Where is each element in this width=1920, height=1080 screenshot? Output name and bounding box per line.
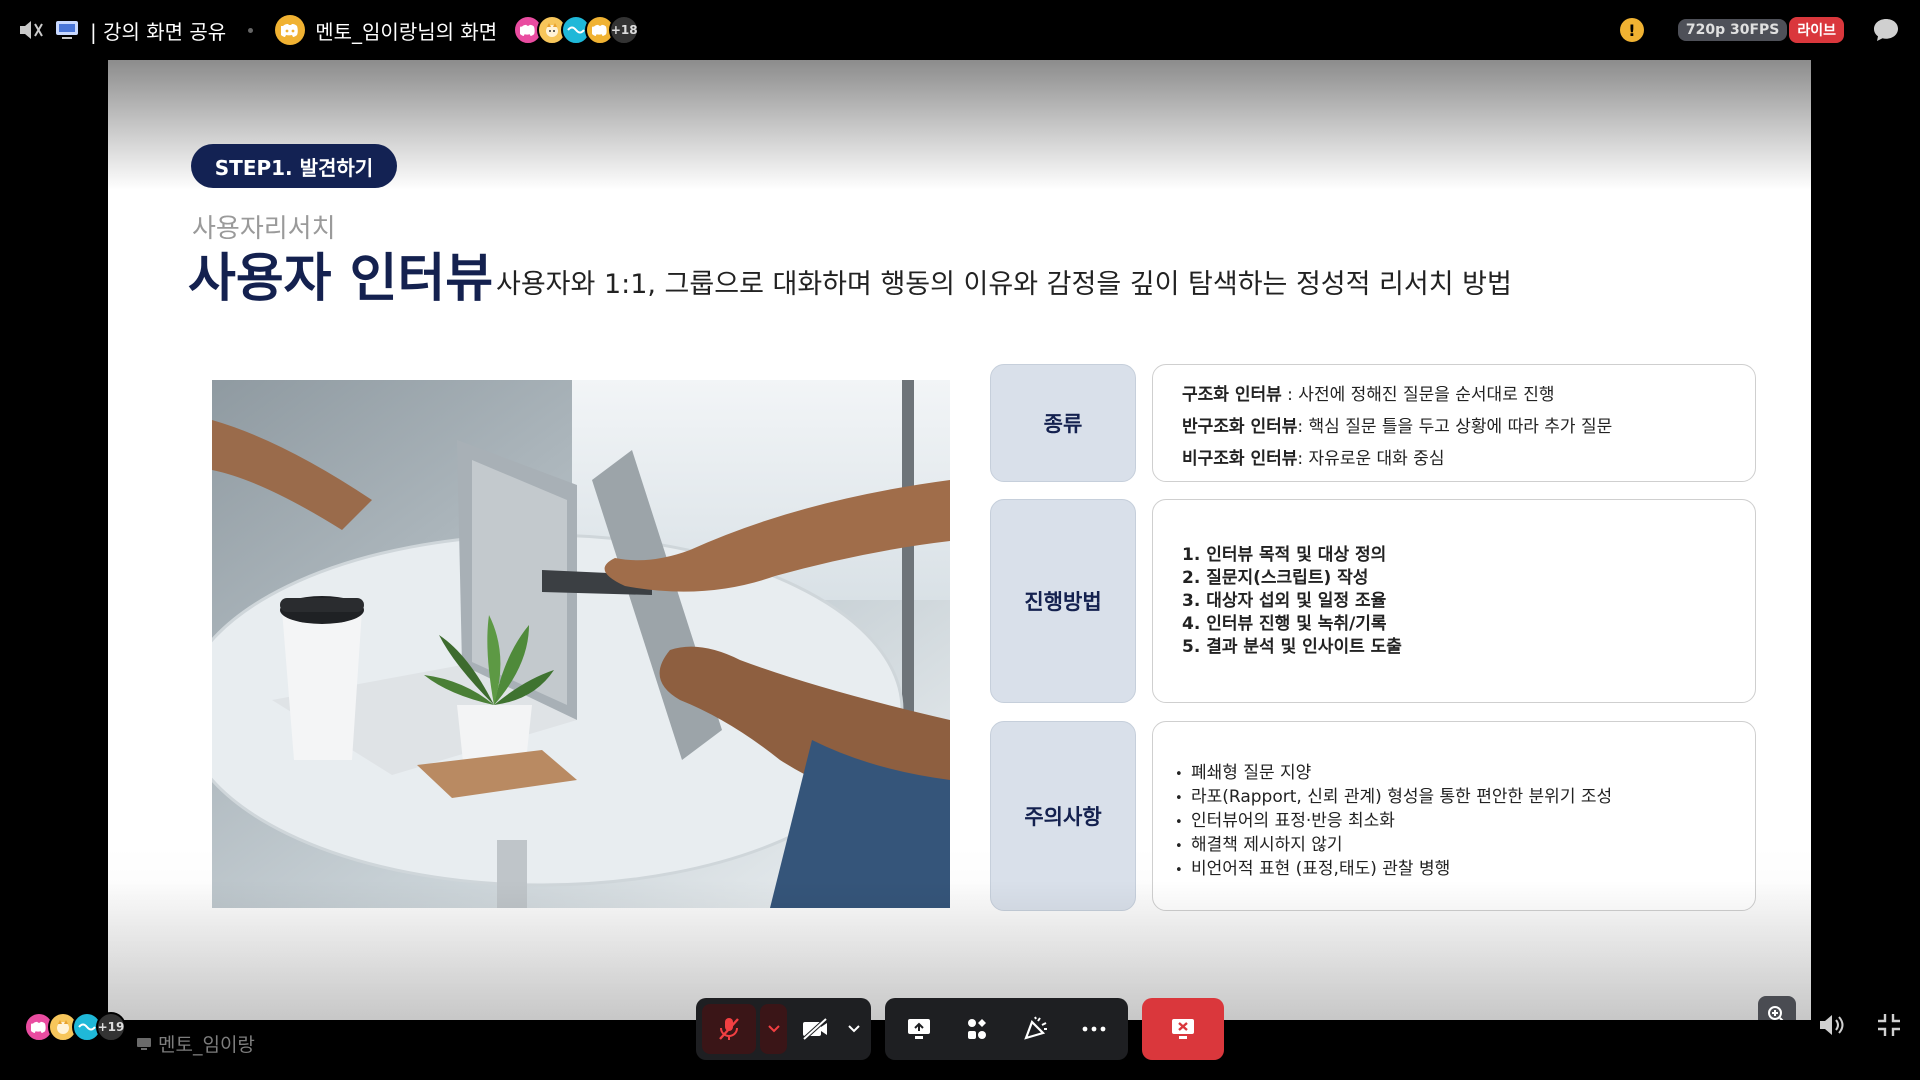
- cautions-list: 폐쇄형 질문 지양 라포(Rapport, 신뢰 관계) 형성을 통한 편안한 …: [1191, 762, 1612, 882]
- speaker-name: 멘토_임이랑: [158, 1034, 255, 1056]
- list-item: 2. 질문지(스크립트) 작성: [1182, 568, 1369, 588]
- zoom-button[interactable]: [1758, 996, 1796, 1020]
- stream-title: 멘토_임이랑님의 화면: [315, 19, 498, 44]
- leave-call-icon: [1170, 1017, 1196, 1041]
- list-item: 비구조화 인터뷰: 자유로운 대화 중심: [1182, 449, 1445, 469]
- mute-button[interactable]: [702, 1004, 757, 1054]
- label-process: 진행방법: [990, 499, 1136, 703]
- share-screen-icon: [906, 1017, 932, 1041]
- discord-icon: [275, 15, 306, 45]
- separator-dot: [248, 27, 254, 33]
- chat-icon[interactable]: [1872, 17, 1900, 43]
- more-icon: [1082, 1026, 1106, 1032]
- list-item: 라포(Rapport, 신뢰 관계) 형성을 통한 편안한 분위기 조성: [1191, 786, 1612, 810]
- screen-icon: [136, 1037, 152, 1051]
- quality-badge: 720p 30FPS: [1677, 19, 1788, 41]
- mic-options-button[interactable]: [760, 1004, 788, 1054]
- speaker-label: 멘토_임이랑: [136, 1030, 255, 1057]
- leave-call-button[interactable]: [1142, 998, 1224, 1060]
- call-header: | 강의 화면 공유 멘토_임이랑님의 화면 +18: [18, 14, 640, 46]
- content-types: 구조화 인터뷰 : 사전에 정해진 질문을 순서대로 진행 반구조화 인터뷰: …: [1152, 364, 1756, 482]
- list-item: 폐쇄형 질문 지양: [1191, 762, 1612, 786]
- screen-share-view[interactable]: STEP1. 발견하기 사용자리서치 사용자 인터뷰 사용자와 1:1, 그룹으…: [108, 60, 1811, 1020]
- slide-title: 사용자 인터뷰: [188, 249, 494, 309]
- camera-options-button[interactable]: [843, 1004, 865, 1054]
- camera-button[interactable]: [791, 1004, 839, 1054]
- stream-status: ! 720p 30FPS 라이브: [1619, 14, 1900, 46]
- process-list: 1. 인터뷰 목적 및 대상 정의 2. 질문지(스크립트) 작성 3. 대상자…: [1182, 544, 1402, 659]
- view-controls: [1818, 1012, 1902, 1038]
- list-item: 4. 인터뷰 진행 및 녹취/기록: [1182, 614, 1387, 634]
- exit-fullscreen-icon[interactable]: [1876, 1012, 1902, 1038]
- chevron-down-icon: [768, 1025, 780, 1033]
- list-item: 5. 결과 분석 및 인사이트 도출: [1182, 637, 1402, 657]
- chevron-down-icon: [848, 1025, 860, 1033]
- volume-muted-icon[interactable]: [18, 18, 44, 42]
- participant-avatars[interactable]: +19: [18, 1012, 126, 1042]
- slide-description: 사용자와 1:1, 그룹으로 대화하며 행동의 이유와 감정을 깊이 탐색하는 …: [496, 269, 1512, 300]
- participant-count-badge[interactable]: +19: [96, 1012, 126, 1042]
- activity-controls: [885, 998, 1128, 1060]
- warning-icon[interactable]: !: [1619, 18, 1644, 42]
- channel-title: | 강의 화면 공유: [90, 19, 227, 44]
- activities-icon: [965, 1017, 989, 1041]
- share-screen-button[interactable]: [891, 1004, 947, 1054]
- list-item: 해결책 제시하지 않기: [1191, 834, 1612, 858]
- list-item: 인터뷰어의 표정·반응 최소화: [1191, 810, 1612, 834]
- list-item: 1. 인터뷰 목적 및 대상 정의: [1182, 545, 1387, 565]
- list-item: 3. 대상자 섭외 및 일정 조율: [1182, 591, 1387, 611]
- viewer-count-badge[interactable]: +18: [609, 15, 640, 45]
- content-process: 1. 인터뷰 목적 및 대상 정의 2. 질문지(스크립트) 작성 3. 대상자…: [1152, 499, 1756, 703]
- list-item: 비언어적 표현 (표정,태도) 관찰 병행: [1191, 858, 1612, 882]
- camera-off-icon: [801, 1018, 829, 1040]
- top-bar: | 강의 화면 공유 멘토_임이랑님의 화면 +18 ! 720p 30FPS …: [0, 0, 1920, 60]
- step-pill: STEP1. 발견하기: [191, 144, 397, 188]
- live-badge: 라이브: [1789, 17, 1844, 43]
- zoom-in-icon: [1767, 1005, 1787, 1020]
- mic-controls: [696, 998, 871, 1060]
- soundboard-button[interactable]: [1008, 1004, 1064, 1054]
- list-item: 반구조화 인터뷰: 핵심 질문 틀을 두고 상황에 따라 추가 질문: [1182, 417, 1613, 437]
- participant-avatar-stack[interactable]: +19: [24, 1012, 126, 1042]
- list-item: 구조화 인터뷰 : 사전에 정해진 질문을 순서대로 진행: [1182, 385, 1555, 405]
- label-types: 종류: [990, 364, 1136, 482]
- mic-muted-icon: [717, 1016, 741, 1042]
- slide-photo: [212, 380, 950, 908]
- viewer-avatars[interactable]: +18: [513, 15, 640, 45]
- types-list: 구조화 인터뷰 : 사전에 정해진 질문을 순서대로 진행 반구조화 인터뷰: …: [1182, 379, 1612, 475]
- more-options-button[interactable]: [1066, 1004, 1122, 1054]
- soundboard-icon: [1023, 1016, 1049, 1042]
- volume-icon[interactable]: [1818, 1012, 1846, 1038]
- screen-share-icon: [54, 18, 80, 42]
- activities-button[interactable]: [949, 1004, 1005, 1054]
